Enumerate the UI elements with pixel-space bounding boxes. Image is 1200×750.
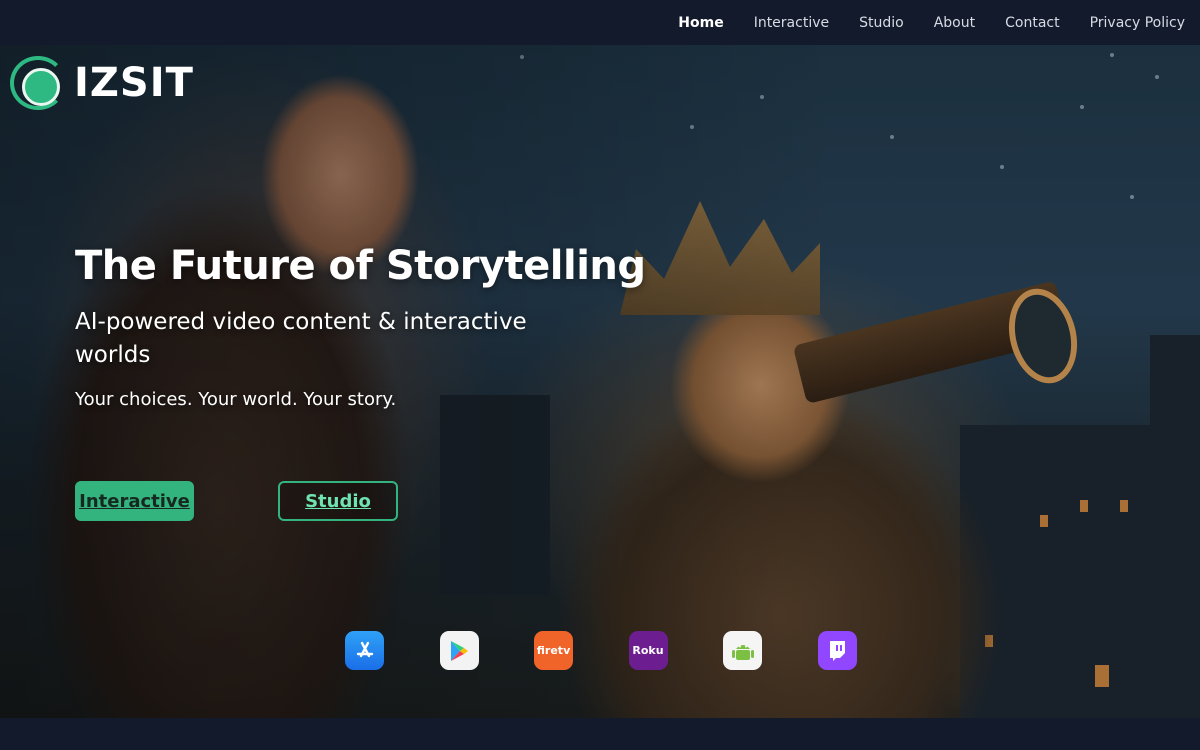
studio-button[interactable]: Studio	[278, 481, 398, 521]
hero-title: The Future of Storytelling	[75, 243, 646, 289]
google-play-icon[interactable]	[439, 631, 479, 670]
ring-logo-icon	[10, 56, 66, 110]
nav-about-link[interactable]: About	[934, 15, 975, 31]
hero-tagline: Your choices. Your world. Your story.	[75, 389, 397, 410]
app-store-icon[interactable]	[345, 631, 384, 670]
nav-home-link[interactable]: Home	[678, 15, 723, 31]
fire-tv-icon[interactable]: firetv	[534, 631, 573, 670]
nav-studio-link[interactable]: Studio	[859, 15, 904, 31]
hero-background-image	[0, 45, 1200, 718]
footer-strip	[0, 718, 1200, 750]
roku-icon[interactable]: Roku	[628, 631, 668, 670]
platform-badges: firetv Roku	[345, 631, 857, 670]
nav-contact-link[interactable]: Contact	[1005, 15, 1059, 31]
android-icon[interactable]	[723, 631, 762, 670]
hero-subtitle: AI-powered video content & interactive w…	[75, 309, 527, 368]
hero-section	[0, 45, 1200, 718]
interactive-button[interactable]: Interactive	[75, 481, 194, 521]
nav-privacy-policy-link[interactable]: Privacy Policy	[1090, 15, 1185, 31]
nav-interactive-link[interactable]: Interactive	[754, 15, 829, 31]
brand-logo[interactable]: IZSIT	[10, 56, 194, 110]
main-nav: Home Interactive Studio About Contact Pr…	[648, 0, 1185, 45]
twitch-icon[interactable]	[817, 631, 857, 670]
top-navigation-bar: Home Interactive Studio About Contact Pr…	[0, 0, 1200, 45]
brand-name: IZSIT	[74, 60, 194, 106]
